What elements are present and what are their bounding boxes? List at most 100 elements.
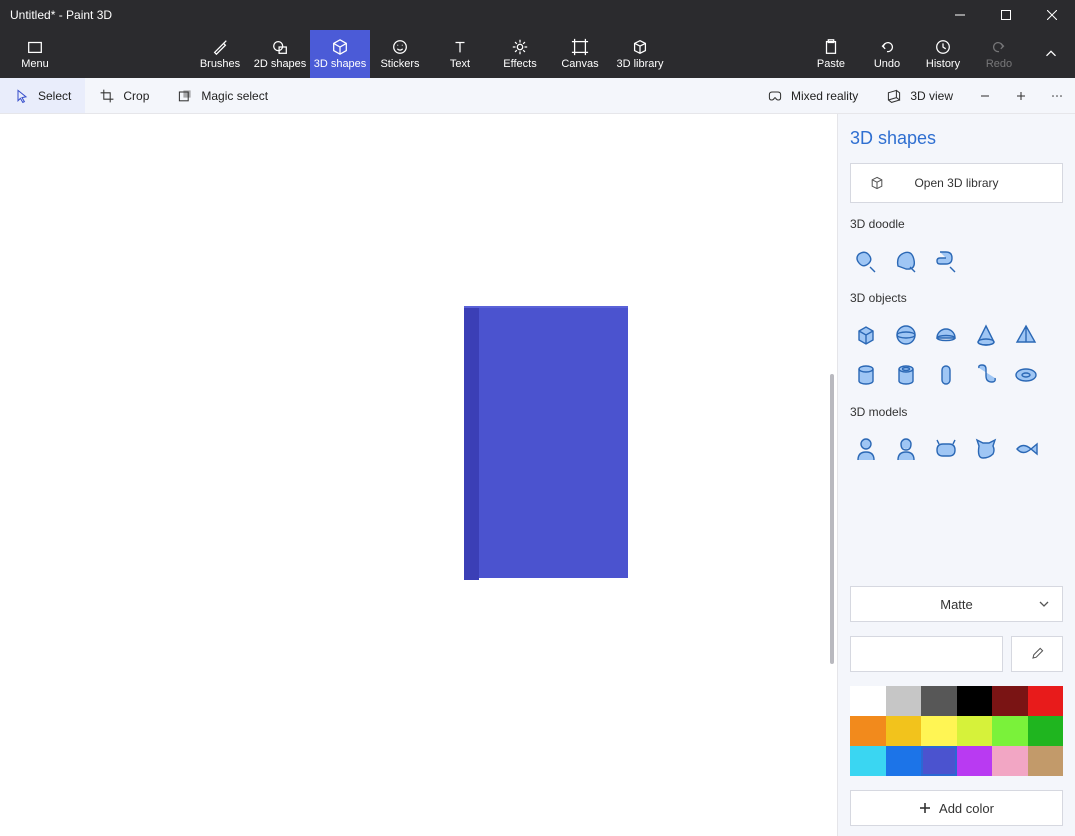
close-button[interactable] — [1029, 0, 1075, 30]
shapes2d-icon — [271, 38, 289, 56]
paste-icon — [822, 38, 840, 56]
doodle-tube[interactable] — [930, 245, 962, 277]
effects-icon — [511, 38, 529, 56]
color-swatch-15[interactable] — [957, 746, 993, 776]
eyedropper-button[interactable] — [1011, 636, 1063, 672]
open-3d-library-button[interactable]: Open 3D library — [850, 163, 1063, 203]
color-swatch-11[interactable] — [1028, 716, 1064, 746]
sub-toolbar: Select Crop Magic select Mixed reality 3… — [0, 78, 1075, 114]
color-swatch-7[interactable] — [886, 716, 922, 746]
zoom-in-button[interactable] — [1003, 78, 1039, 114]
model-dog[interactable] — [930, 433, 962, 465]
doodle-grid — [850, 245, 1063, 277]
tool-select[interactable]: Select — [0, 78, 85, 113]
sticker-icon — [391, 38, 409, 56]
more-icon — [1049, 88, 1065, 104]
mixed-reality-icon — [767, 88, 783, 104]
color-swatch-6[interactable] — [850, 716, 886, 746]
ribbon-2d-shapes[interactable]: 2D shapes — [250, 30, 310, 78]
color-swatch-8[interactable] — [921, 716, 957, 746]
doodle-section-label: 3D doodle — [850, 217, 1063, 231]
ribbon-text[interactable]: Text — [430, 30, 490, 78]
crop-icon — [99, 88, 115, 104]
object-capsule[interactable] — [930, 359, 962, 391]
zoom-out-button[interactable] — [967, 78, 1003, 114]
panel-title: 3D shapes — [850, 128, 1063, 149]
object-pyramid[interactable] — [1010, 319, 1042, 351]
library-icon — [869, 175, 885, 191]
ribbon-history[interactable]: History — [915, 30, 971, 78]
canvas[interactable] — [0, 114, 838, 836]
object-cube[interactable] — [850, 319, 882, 351]
text-icon — [451, 38, 469, 56]
models-grid — [850, 433, 1063, 465]
tool-mixed-reality[interactable]: Mixed reality — [753, 78, 872, 113]
tool-3d-view[interactable]: 3D view — [872, 78, 967, 113]
ribbon-canvas[interactable]: Canvas — [550, 30, 610, 78]
ribbon-brushes[interactable]: Brushes — [190, 30, 250, 78]
color-swatch-5[interactable] — [1028, 686, 1064, 716]
color-swatch-12[interactable] — [850, 746, 886, 776]
ribbon-redo: Redo — [971, 30, 1027, 78]
object-sphere[interactable] — [890, 319, 922, 351]
ribbon: Menu Brushes 2D shapes 3D shapes Sticker… — [0, 30, 1075, 78]
doodle-soft-edge[interactable] — [850, 245, 882, 277]
object-tube[interactable] — [890, 359, 922, 391]
color-input[interactable] — [850, 636, 1003, 672]
view3d-icon — [886, 88, 902, 104]
objects-grid — [850, 319, 1063, 391]
color-swatch-17[interactable] — [1028, 746, 1064, 776]
ribbon-3d-shapes[interactable]: 3D shapes — [310, 30, 370, 78]
side-panel: 3D shapes Open 3D library 3D doodle 3D o… — [838, 114, 1075, 836]
color-swatch-9[interactable] — [957, 716, 993, 746]
object-hemisphere[interactable] — [930, 319, 962, 351]
model-woman[interactable] — [890, 433, 922, 465]
ribbon-effects[interactable]: Effects — [490, 30, 550, 78]
ribbon-paste[interactable]: Paste — [803, 30, 859, 78]
tool-magic-select[interactable]: Magic select — [163, 78, 282, 113]
undo-icon — [878, 38, 896, 56]
object-cylinder[interactable] — [850, 359, 882, 391]
ribbon-3d-library[interactable]: 3D library — [610, 30, 670, 78]
window-title: Untitled* - Paint 3D — [0, 8, 112, 22]
brush-icon — [211, 38, 229, 56]
plus-icon — [919, 802, 931, 814]
color-swatch-3[interactable] — [957, 686, 993, 716]
object-cone[interactable] — [970, 319, 1002, 351]
tool-crop[interactable]: Crop — [85, 78, 163, 113]
objects-section-label: 3D objects — [850, 291, 1063, 305]
color-swatch-0[interactable] — [850, 686, 886, 716]
object-curved-cylinder[interactable] — [970, 359, 1002, 391]
minus-icon — [977, 88, 993, 104]
color-swatch-16[interactable] — [992, 746, 1028, 776]
folder-icon — [26, 38, 44, 56]
maximize-button[interactable] — [983, 0, 1029, 30]
minimize-button[interactable] — [937, 0, 983, 30]
menu-button[interactable]: Menu — [0, 30, 70, 78]
more-button[interactable] — [1039, 78, 1075, 114]
chevron-down-icon — [1038, 598, 1050, 610]
model-fish[interactable] — [1010, 433, 1042, 465]
ribbon-undo[interactable]: Undo — [859, 30, 915, 78]
ribbon-stickers[interactable]: Stickers — [370, 30, 430, 78]
color-palette — [850, 686, 1063, 776]
library-icon — [631, 38, 649, 56]
object-torus[interactable] — [1010, 359, 1042, 391]
doodle-sharp-edge[interactable] — [890, 245, 922, 277]
vertical-scrollbar[interactable] — [830, 374, 834, 664]
models-section-label: 3D models — [850, 405, 1063, 419]
material-select[interactable]: Matte — [850, 586, 1063, 622]
ribbon-collapse-button[interactable] — [1027, 30, 1075, 78]
add-color-button[interactable]: Add color — [850, 790, 1063, 826]
color-swatch-2[interactable] — [921, 686, 957, 716]
color-swatch-4[interactable] — [992, 686, 1028, 716]
color-swatch-13[interactable] — [886, 746, 922, 776]
color-swatch-10[interactable] — [992, 716, 1028, 746]
history-icon — [934, 38, 952, 56]
chevron-up-icon — [1042, 45, 1060, 63]
color-swatch-14[interactable] — [921, 746, 957, 776]
model-man[interactable] — [850, 433, 882, 465]
color-swatch-1[interactable] — [886, 686, 922, 716]
model-cat[interactable] — [970, 433, 1002, 465]
canvas-3d-cube[interactable] — [464, 306, 628, 578]
